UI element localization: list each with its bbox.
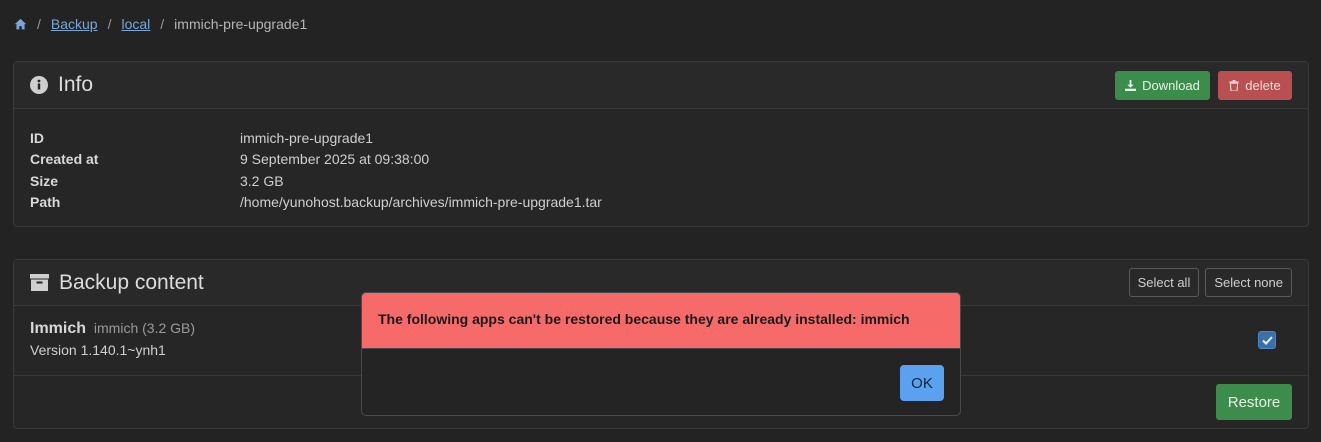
ok-button[interactable]: OK <box>900 365 944 401</box>
modal-overlay: The following apps can't be restored bec… <box>0 0 1321 442</box>
modal-message: The following apps can't be restored bec… <box>362 293 960 349</box>
error-modal: The following apps can't be restored bec… <box>361 292 961 416</box>
